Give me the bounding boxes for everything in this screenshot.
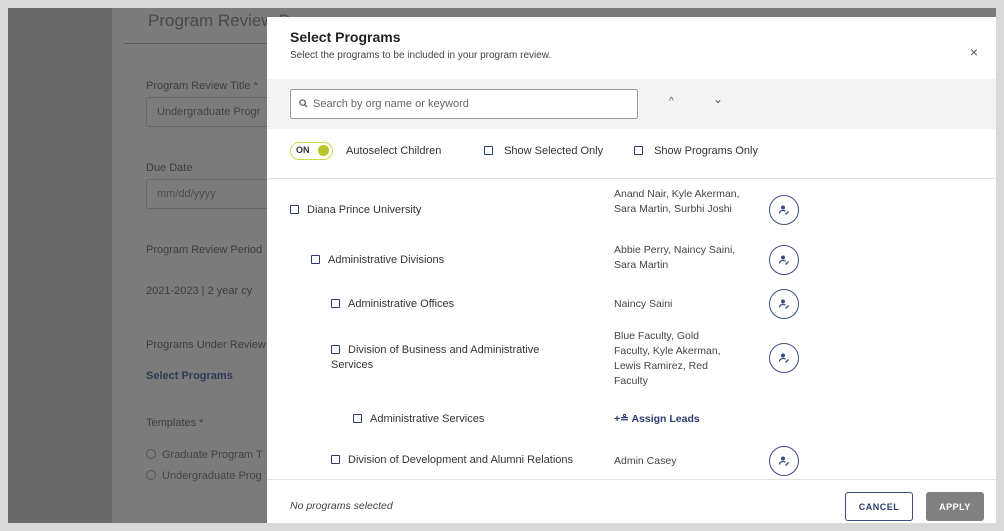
show-programs-label: Show Programs Only <box>654 145 758 157</box>
modal-footer: No programs selected CANCEL APPLY <box>267 479 996 523</box>
program-label: Administrative Divisions <box>328 254 445 266</box>
filter-options: ON Autoselect Children Show Selected Onl… <box>290 141 990 161</box>
background-title-label: Program Review Title * <box>146 80 258 92</box>
edit-leads-button[interactable] <box>769 289 799 319</box>
background-due-date-label: Due Date <box>146 162 193 174</box>
assign-leads-label: Assign Leads <box>631 413 700 425</box>
autoselect-children-label: Autoselect Children <box>346 145 442 157</box>
program-name[interactable]: Administrative Services <box>353 412 593 427</box>
selection-status: No programs selected <box>290 500 393 512</box>
program-leads: Naincy Saini <box>614 298 673 310</box>
search-bar: ^ ⌄ <box>267 79 996 129</box>
program-label: Administrative Offices <box>348 298 455 310</box>
assign-leads-link[interactable]: +≗ Assign Leads <box>614 413 700 425</box>
program-leads: Blue Faculty, Gold Faculty, Kyle Akerman… <box>614 330 721 387</box>
program-label: Diana Prince University <box>307 204 422 216</box>
program-leads: Abbie Perry, Naincy Saini, Sara Martin <box>614 244 736 271</box>
edit-leads-button[interactable] <box>769 245 799 275</box>
program-checkbox[interactable] <box>331 345 340 354</box>
chevron-up-icon[interactable]: ^ <box>669 96 674 107</box>
program-name[interactable]: Diana Prince University <box>290 203 590 218</box>
search-icon <box>299 99 308 108</box>
program-leads: Anand Nair, Kyle Akerman, Sara Martin, S… <box>614 188 740 215</box>
show-programs-checkbox[interactable] <box>634 146 643 155</box>
background-title-input: Undergraduate Progr <box>146 97 286 127</box>
apply-button[interactable]: APPLY <box>926 492 984 521</box>
modal-title: Select Programs <box>290 29 401 45</box>
program-label: Administrative Services <box>370 413 485 425</box>
cancel-button[interactable]: CANCEL <box>845 492 913 521</box>
program-row: Administrative Offices Naincy Saini <box>267 289 996 319</box>
program-name[interactable]: Administrative Divisions <box>311 253 591 268</box>
user-edit-icon <box>778 353 789 363</box>
background-template-option: Undergraduate Prog <box>146 470 262 482</box>
background-period-label: Program Review Period <box>146 244 263 256</box>
program-checkbox[interactable] <box>331 455 340 464</box>
program-checkbox[interactable] <box>290 205 299 214</box>
user-edit-icon <box>778 299 789 309</box>
background-select-programs-link: Select Programs <box>146 370 233 382</box>
program-name[interactable]: Division of Business and Administrative … <box>331 343 571 373</box>
program-row: Division of Development and Alumni Relat… <box>267 445 996 479</box>
edit-leads-button[interactable] <box>769 446 799 476</box>
program-label: Division of Development and Alumni Relat… <box>348 454 574 466</box>
program-checkbox[interactable] <box>331 299 340 308</box>
program-checkbox[interactable] <box>311 255 320 264</box>
background-templates-label: Templates * <box>146 417 204 429</box>
toggle-knob <box>318 145 329 156</box>
show-programs-only-option[interactable]: Show Programs Only <box>634 145 758 157</box>
show-selected-only-option[interactable]: Show Selected Only <box>484 145 603 157</box>
show-selected-label: Show Selected Only <box>504 145 604 157</box>
user-edit-icon <box>778 205 789 215</box>
background-sidebar <box>8 8 112 523</box>
user-edit-icon <box>778 255 789 265</box>
edit-leads-button[interactable] <box>769 343 799 373</box>
user-edit-icon <box>778 456 789 466</box>
toggle-state-label: ON <box>296 145 310 155</box>
program-leads: Admin Casey <box>614 455 677 467</box>
program-row: Division of Business and Administrative … <box>267 329 996 395</box>
background-due-date-input: mm/dd/yyyy <box>146 179 286 209</box>
add-user-icon: +≗ <box>614 413 629 425</box>
background-template-option: Graduate Program T <box>146 449 263 461</box>
modal-subtitle: Select the programs to be included in yo… <box>290 50 552 61</box>
program-row: Administrative Divisions Abbie Perry, Na… <box>267 243 996 277</box>
program-row: Diana Prince University Anand Nair, Kyle… <box>267 187 996 233</box>
program-row: Administrative Services +≗ Assign Leads <box>267 411 996 431</box>
search-box <box>290 89 638 119</box>
background-divider <box>124 43 284 44</box>
program-label: Division of Business and Administrative … <box>331 344 540 371</box>
program-name[interactable]: Division of Development and Alumni Relat… <box>331 453 611 468</box>
background-period-value: 2021-2023 | 2 year cy <box>146 285 253 297</box>
close-icon[interactable]: × <box>970 44 978 60</box>
program-name[interactable]: Administrative Offices <box>331 297 591 312</box>
search-input[interactable] <box>313 90 633 118</box>
select-programs-modal: Select Programs Select the programs to b… <box>267 17 996 523</box>
program-tree: Diana Prince University Anand Nair, Kyle… <box>267 179 996 479</box>
show-selected-checkbox[interactable] <box>484 146 493 155</box>
chevron-down-icon[interactable]: ⌄ <box>713 92 723 106</box>
program-checkbox[interactable] <box>353 414 362 423</box>
app-frame: Program Review D Program Review Title * … <box>8 8 996 523</box>
background-programs-label: Programs Under Review <box>146 339 266 351</box>
edit-leads-button[interactable] <box>769 195 799 225</box>
autoselect-toggle[interactable]: ON <box>290 142 333 160</box>
